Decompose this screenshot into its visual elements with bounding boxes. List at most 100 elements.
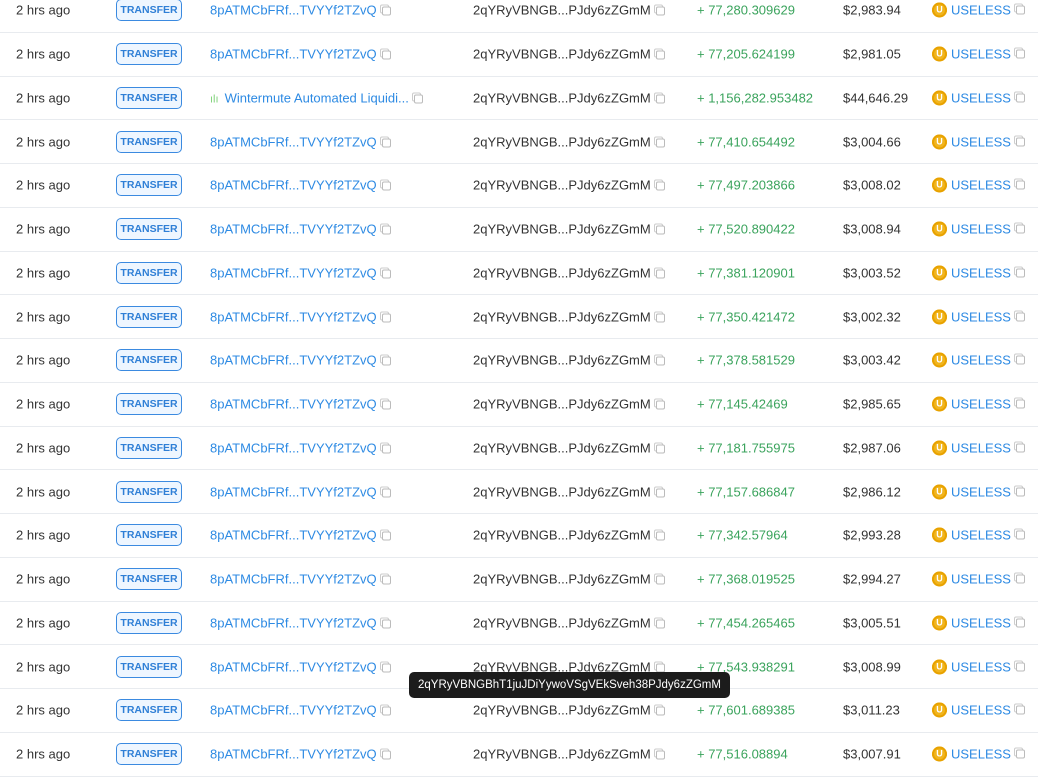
to-address[interactable]: 2qYRyVBNGB...PJdy6zZGmM bbox=[473, 528, 665, 543]
token-cell[interactable]: U USELESS bbox=[932, 484, 1025, 500]
copy-icon[interactable] bbox=[1015, 312, 1025, 322]
copy-icon[interactable] bbox=[655, 531, 665, 541]
token-cell[interactable]: U USELESS bbox=[932, 396, 1025, 412]
from-address[interactable]: ılı Wintermute Automated Liquidi... bbox=[210, 90, 423, 105]
copy-icon[interactable] bbox=[1015, 662, 1025, 672]
to-address[interactable]: 2qYRyVBNGB...PJdy6zZGmM bbox=[473, 3, 665, 18]
copy-icon[interactable] bbox=[381, 444, 391, 454]
token-link[interactable]: USELESS bbox=[951, 484, 1011, 499]
token-cell[interactable]: U USELESS bbox=[932, 309, 1025, 325]
to-address[interactable]: 2qYRyVBNGB...PJdy6zZGmM bbox=[473, 134, 665, 149]
from-address[interactable]: 8pATMCbFRf...TVYYf2TZvQ bbox=[210, 659, 391, 674]
to-address[interactable]: 2qYRyVBNGB...PJdy6zZGmM bbox=[473, 90, 665, 105]
copy-icon[interactable] bbox=[1015, 180, 1025, 190]
to-address-text[interactable]: 2qYRyVBNGB...PJdy6zZGmM bbox=[473, 353, 651, 368]
to-address[interactable]: 2qYRyVBNGB...PJdy6zZGmM bbox=[473, 572, 665, 587]
copy-icon[interactable] bbox=[381, 6, 391, 16]
copy-icon[interactable] bbox=[381, 400, 391, 410]
copy-icon[interactable] bbox=[1015, 618, 1025, 628]
from-address[interactable]: 8pATMCbFRf...TVYYf2TZvQ bbox=[210, 703, 391, 718]
from-address-text[interactable]: 8pATMCbFRf...TVYYf2TZvQ bbox=[210, 615, 377, 630]
from-address-text[interactable]: 8pATMCbFRf...TVYYf2TZvQ bbox=[210, 659, 377, 674]
copy-icon[interactable] bbox=[381, 531, 391, 541]
from-address-text[interactable]: 8pATMCbFRf...TVYYf2TZvQ bbox=[210, 353, 377, 368]
copy-icon[interactable] bbox=[655, 50, 665, 60]
token-link[interactable]: USELESS bbox=[951, 90, 1011, 105]
to-address-text[interactable]: 2qYRyVBNGB...PJdy6zZGmM bbox=[473, 703, 651, 718]
from-address-text[interactable]: 8pATMCbFRf...TVYYf2TZvQ bbox=[210, 747, 377, 762]
token-link[interactable]: USELESS bbox=[951, 353, 1011, 368]
copy-icon[interactable] bbox=[381, 269, 391, 279]
copy-icon[interactable] bbox=[1015, 399, 1025, 409]
copy-icon[interactable] bbox=[413, 94, 423, 104]
from-address-text[interactable]: 8pATMCbFRf...TVYYf2TZvQ bbox=[210, 572, 377, 587]
copy-icon[interactable] bbox=[655, 225, 665, 235]
copy-icon[interactable] bbox=[1015, 49, 1025, 59]
to-address[interactable]: 2qYRyVBNGB...PJdy6zZGmM bbox=[473, 440, 665, 455]
to-address-text[interactable]: 2qYRyVBNGB...PJdy6zZGmM bbox=[473, 90, 651, 105]
token-link[interactable]: USELESS bbox=[951, 397, 1011, 412]
copy-icon[interactable] bbox=[1015, 137, 1025, 147]
from-address-text[interactable]: 8pATMCbFRf...TVYYf2TZvQ bbox=[210, 309, 377, 324]
token-cell[interactable]: U USELESS bbox=[932, 90, 1025, 106]
copy-icon[interactable] bbox=[655, 181, 665, 191]
to-address-text[interactable]: 2qYRyVBNGB...PJdy6zZGmM bbox=[473, 3, 651, 18]
token-link[interactable]: USELESS bbox=[951, 222, 1011, 237]
copy-icon[interactable] bbox=[381, 750, 391, 760]
token-cell[interactable]: U USELESS bbox=[932, 265, 1025, 281]
from-address[interactable]: 8pATMCbFRf...TVYYf2TZvQ bbox=[210, 3, 391, 18]
copy-icon[interactable] bbox=[655, 663, 665, 673]
copy-icon[interactable] bbox=[381, 706, 391, 716]
from-address-text[interactable]: 8pATMCbFRf...TVYYf2TZvQ bbox=[210, 3, 377, 18]
token-link[interactable]: USELESS bbox=[951, 572, 1011, 587]
copy-icon[interactable] bbox=[381, 138, 391, 148]
copy-icon[interactable] bbox=[655, 619, 665, 629]
from-address[interactable]: 8pATMCbFRf...TVYYf2TZvQ bbox=[210, 222, 391, 237]
copy-icon[interactable] bbox=[655, 488, 665, 498]
to-address-text[interactable]: 2qYRyVBNGB...PJdy6zZGmM bbox=[473, 747, 651, 762]
copy-icon[interactable] bbox=[381, 181, 391, 191]
copy-icon[interactable] bbox=[655, 750, 665, 760]
token-link[interactable]: USELESS bbox=[951, 659, 1011, 674]
token-link[interactable]: USELESS bbox=[951, 265, 1011, 280]
from-address[interactable]: 8pATMCbFRf...TVYYf2TZvQ bbox=[210, 309, 391, 324]
to-address-text[interactable]: 2qYRyVBNGB...PJdy6zZGmM bbox=[473, 265, 651, 280]
copy-icon[interactable] bbox=[1015, 443, 1025, 453]
token-link[interactable]: USELESS bbox=[951, 3, 1011, 18]
token-cell[interactable]: U USELESS bbox=[932, 221, 1025, 237]
to-address-text[interactable]: 2qYRyVBNGB...PJdy6zZGmM bbox=[473, 528, 651, 543]
token-cell[interactable]: U USELESS bbox=[932, 659, 1025, 675]
token-link[interactable]: USELESS bbox=[951, 440, 1011, 455]
token-cell[interactable]: U USELESS bbox=[932, 615, 1025, 631]
copy-icon[interactable] bbox=[1015, 93, 1025, 103]
copy-icon[interactable] bbox=[1015, 705, 1025, 715]
from-address-text[interactable]: 8pATMCbFRf...TVYYf2TZvQ bbox=[210, 484, 377, 499]
to-address[interactable]: 2qYRyVBNGB...PJdy6zZGmM bbox=[473, 222, 665, 237]
to-address[interactable]: 2qYRyVBNGB...PJdy6zZGmM bbox=[473, 47, 665, 62]
token-link[interactable]: USELESS bbox=[951, 134, 1011, 149]
copy-icon[interactable] bbox=[1015, 487, 1025, 497]
to-address[interactable]: 2qYRyVBNGB...PJdy6zZGmM bbox=[473, 747, 665, 762]
to-address[interactable]: 2qYRyVBNGB...PJdy6zZGmM bbox=[473, 309, 665, 324]
token-cell[interactable]: U USELESS bbox=[932, 134, 1025, 150]
from-address[interactable]: 8pATMCbFRf...TVYYf2TZvQ bbox=[210, 397, 391, 412]
token-cell[interactable]: U USELESS bbox=[932, 527, 1025, 543]
copy-icon[interactable] bbox=[655, 313, 665, 323]
from-address-text[interactable]: 8pATMCbFRf...TVYYf2TZvQ bbox=[210, 528, 377, 543]
copy-icon[interactable] bbox=[381, 313, 391, 323]
to-address-text[interactable]: 2qYRyVBNGB...PJdy6zZGmM bbox=[473, 484, 651, 499]
from-address-text[interactable]: 8pATMCbFRf...TVYYf2TZvQ bbox=[210, 134, 377, 149]
copy-icon[interactable] bbox=[381, 356, 391, 366]
token-link[interactable]: USELESS bbox=[951, 747, 1011, 762]
token-cell[interactable]: U USELESS bbox=[932, 352, 1025, 368]
copy-icon[interactable] bbox=[1015, 355, 1025, 365]
token-link[interactable]: USELESS bbox=[951, 528, 1011, 543]
to-address-text[interactable]: 2qYRyVBNGB...PJdy6zZGmM bbox=[473, 397, 651, 412]
from-address[interactable]: 8pATMCbFRf...TVYYf2TZvQ bbox=[210, 178, 391, 193]
copy-icon[interactable] bbox=[655, 400, 665, 410]
token-cell[interactable]: U USELESS bbox=[932, 2, 1025, 18]
to-address-text[interactable]: 2qYRyVBNGB...PJdy6zZGmM bbox=[473, 440, 651, 455]
copy-icon[interactable] bbox=[1015, 224, 1025, 234]
copy-icon[interactable] bbox=[655, 444, 665, 454]
from-address[interactable]: 8pATMCbFRf...TVYYf2TZvQ bbox=[210, 265, 391, 280]
